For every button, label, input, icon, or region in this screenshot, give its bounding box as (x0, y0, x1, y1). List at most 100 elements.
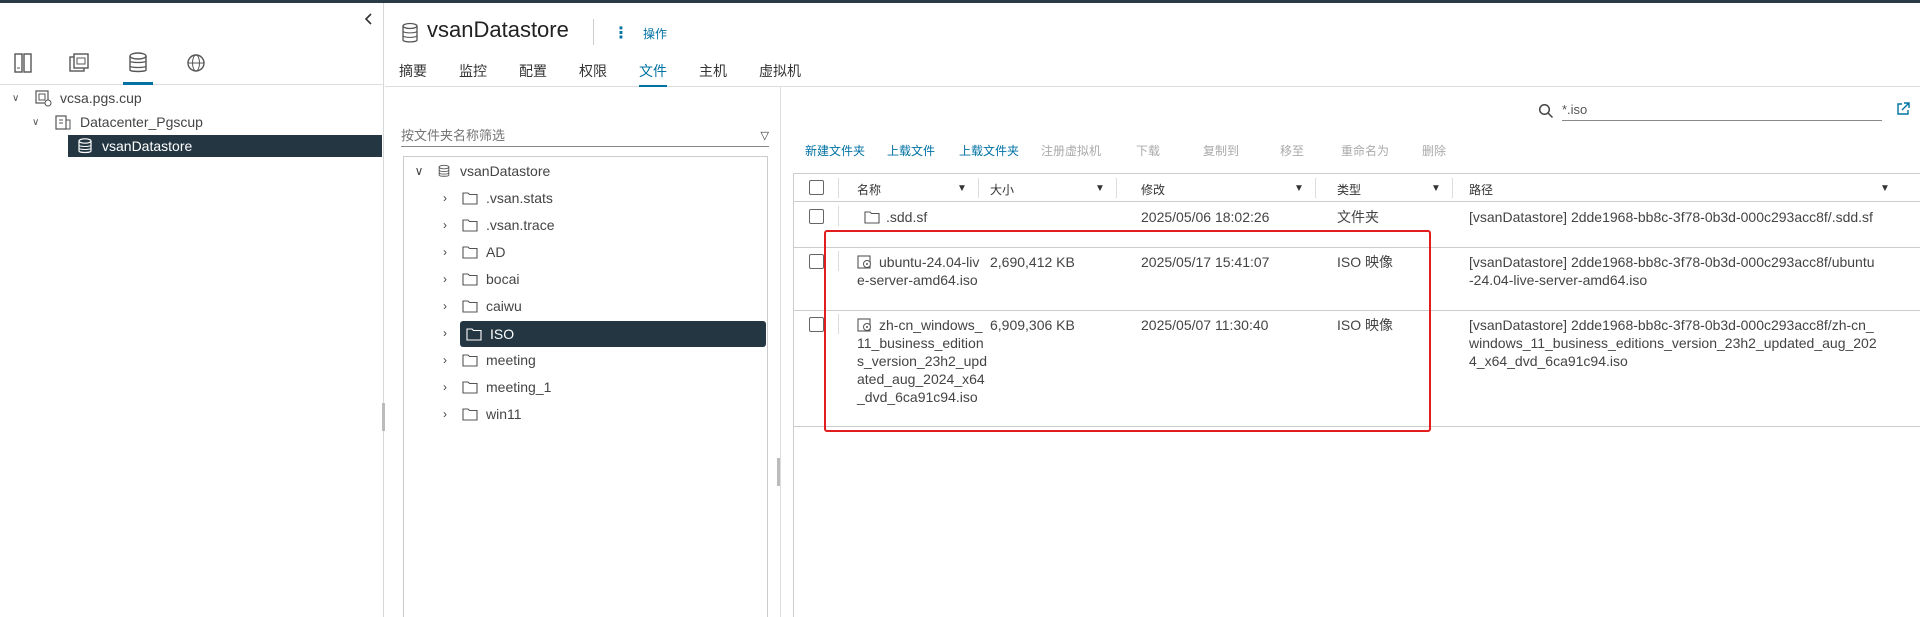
column-divider (1452, 178, 1453, 198)
more-vertical-icon: ⋮ (613, 25, 629, 42)
vcenter-icon (35, 90, 52, 107)
tab-permissions[interactable]: 权限 (579, 61, 607, 87)
tree-item-vcenter[interactable]: ∨ vcsa.pgs.cup (12, 87, 142, 109)
column-header-modified[interactable]: 修改 (1141, 181, 1165, 198)
register-vm-button[interactable]: 注册虚拟机 (1041, 142, 1101, 159)
chevron-right-icon[interactable]: › (438, 407, 452, 421)
tab-hosts[interactable]: 主机 (699, 61, 727, 87)
folder-label: .vsan.stats (486, 190, 553, 206)
row-checkbox[interactable] (809, 317, 824, 332)
folder-item[interactable]: › .vsan.trace (404, 213, 767, 237)
folder-filter-input[interactable] (401, 125, 741, 145)
folder-icon (462, 381, 478, 394)
chevron-right-icon[interactable]: › (438, 245, 452, 259)
column-divider (978, 178, 979, 198)
folder-icon (462, 219, 478, 232)
folder-item[interactable]: › caiwu (404, 294, 767, 318)
folder-icon (462, 354, 478, 367)
highlight-annotation-box (824, 230, 1431, 432)
chevron-down-icon[interactable]: ∨ (32, 117, 46, 128)
chevron-down-icon[interactable]: ∨ (412, 164, 426, 178)
column-divider (1315, 178, 1316, 198)
new-folder-button[interactable]: 新建文件夹 (805, 142, 865, 159)
copy-to-button[interactable]: 复制到 (1203, 142, 1239, 159)
database-icon (129, 52, 147, 73)
grid-header: 名称 ▼ 大小 ▼ 修改 ▼ 类型 ▼ 路径 ▼ (794, 174, 1920, 202)
tab-summary[interactable]: 摘要 (399, 61, 427, 87)
hosts-clusters-icon (14, 53, 32, 73)
storage-tab[interactable] (123, 51, 153, 85)
upload-file-button[interactable]: 上载文件 (887, 142, 935, 159)
select-all-checkbox[interactable] (809, 180, 824, 195)
column-header-path[interactable]: 路径 (1469, 181, 1493, 198)
hosts-clusters-tab[interactable] (8, 51, 38, 85)
delete-button[interactable]: 删除 (1422, 142, 1446, 159)
external-link-icon[interactable] (1895, 101, 1911, 117)
search-input[interactable] (1562, 99, 1882, 121)
folder-label: meeting (486, 352, 536, 368)
chevron-right-icon[interactable]: › (438, 191, 452, 205)
move-to-button[interactable]: 移至 (1280, 142, 1304, 159)
chevron-right-icon[interactable]: › (438, 326, 452, 340)
chevron-right-icon[interactable]: › (438, 299, 452, 313)
tree-item-datacenter[interactable]: ∨ Datacenter_Pgscup (32, 111, 203, 133)
chevron-right-icon[interactable]: › (438, 380, 452, 394)
folder-root[interactable]: ∨ vsanDatastore (404, 159, 767, 183)
folder-label: vsanDatastore (460, 163, 551, 179)
search-icon (1538, 103, 1554, 119)
rename-button[interactable]: 重命名为 (1341, 142, 1389, 159)
row-checkbox[interactable] (809, 209, 824, 224)
download-button[interactable]: 下载 (1136, 142, 1160, 159)
file-name-cell: .sdd.sf (864, 208, 974, 226)
tab-files[interactable]: 文件 (639, 61, 667, 87)
chevron-right-icon[interactable]: › (438, 272, 452, 286)
folder-item[interactable]: › meeting (404, 348, 767, 372)
filter-icon[interactable]: ▼ (1294, 183, 1304, 194)
vms-templates-tab[interactable] (64, 51, 94, 85)
tree-item-datastore[interactable]: vsanDatastore (68, 135, 382, 157)
filter-icon[interactable]: ▼ (957, 183, 967, 194)
file-path-cell: [vsanDatastore] 2dde1968-bb8c-3f78-0b3d-… (1469, 209, 1873, 225)
networking-tab[interactable] (181, 51, 211, 85)
tab-configure[interactable]: 配置 (519, 61, 547, 87)
folder-item[interactable]: › bocai (404, 267, 767, 291)
chevron-right-icon[interactable]: › (438, 218, 452, 232)
folder-item[interactable]: › .vsan.stats (404, 186, 767, 210)
folder-icon (462, 192, 478, 205)
column-header-size[interactable]: 大小 (990, 181, 1014, 198)
folder-item-selected[interactable]: › ISO (404, 321, 767, 347)
pane-divider (780, 87, 781, 617)
folder-item[interactable]: › win11 (404, 402, 767, 426)
file-name: .sdd.sf (886, 209, 928, 225)
page-title: vsanDatastore (427, 17, 569, 42)
actions-menu[interactable]: ⋮ 操作 (613, 23, 667, 43)
database-icon (438, 164, 450, 177)
upload-folder-button[interactable]: 上载文件夹 (959, 142, 1019, 159)
globe-icon (187, 54, 205, 72)
file-type-cell: 文件夹 (1337, 209, 1379, 225)
datacenter-icon (55, 115, 71, 130)
column-header-type[interactable]: 类型 (1337, 181, 1361, 198)
filter-icon[interactable]: ▼ (1880, 183, 1890, 194)
folder-item[interactable]: › meeting_1 (404, 375, 767, 399)
filter-icon[interactable]: ▼ (1095, 183, 1105, 194)
filter-icon[interactable]: ▽ (761, 129, 769, 142)
chevron-down-icon[interactable]: ∨ (12, 93, 26, 104)
folder-label: bocai (486, 271, 520, 287)
filter-icon[interactable]: ▼ (1431, 183, 1441, 194)
folder-selection: ISO (460, 321, 766, 347)
tab-monitor[interactable]: 监控 (459, 61, 487, 87)
folder-icon (462, 273, 478, 286)
folder-label: meeting_1 (486, 379, 552, 395)
folder-item[interactable]: › AD (404, 240, 767, 264)
pane-resize-handle[interactable] (777, 458, 780, 486)
collapse-navigator-icon[interactable] (361, 11, 377, 27)
row-checkbox[interactable] (809, 254, 824, 269)
object-tabs: 摘要 监控 配置 权限 文件 主机 虚拟机 (385, 59, 1920, 87)
database-icon (402, 22, 418, 43)
folder-label: ISO (490, 326, 515, 342)
column-header-name[interactable]: 名称 (857, 181, 881, 198)
chevron-right-icon[interactable]: › (438, 353, 452, 367)
tab-vms[interactable]: 虚拟机 (759, 61, 801, 87)
folder-filter: ▽ (401, 125, 769, 147)
